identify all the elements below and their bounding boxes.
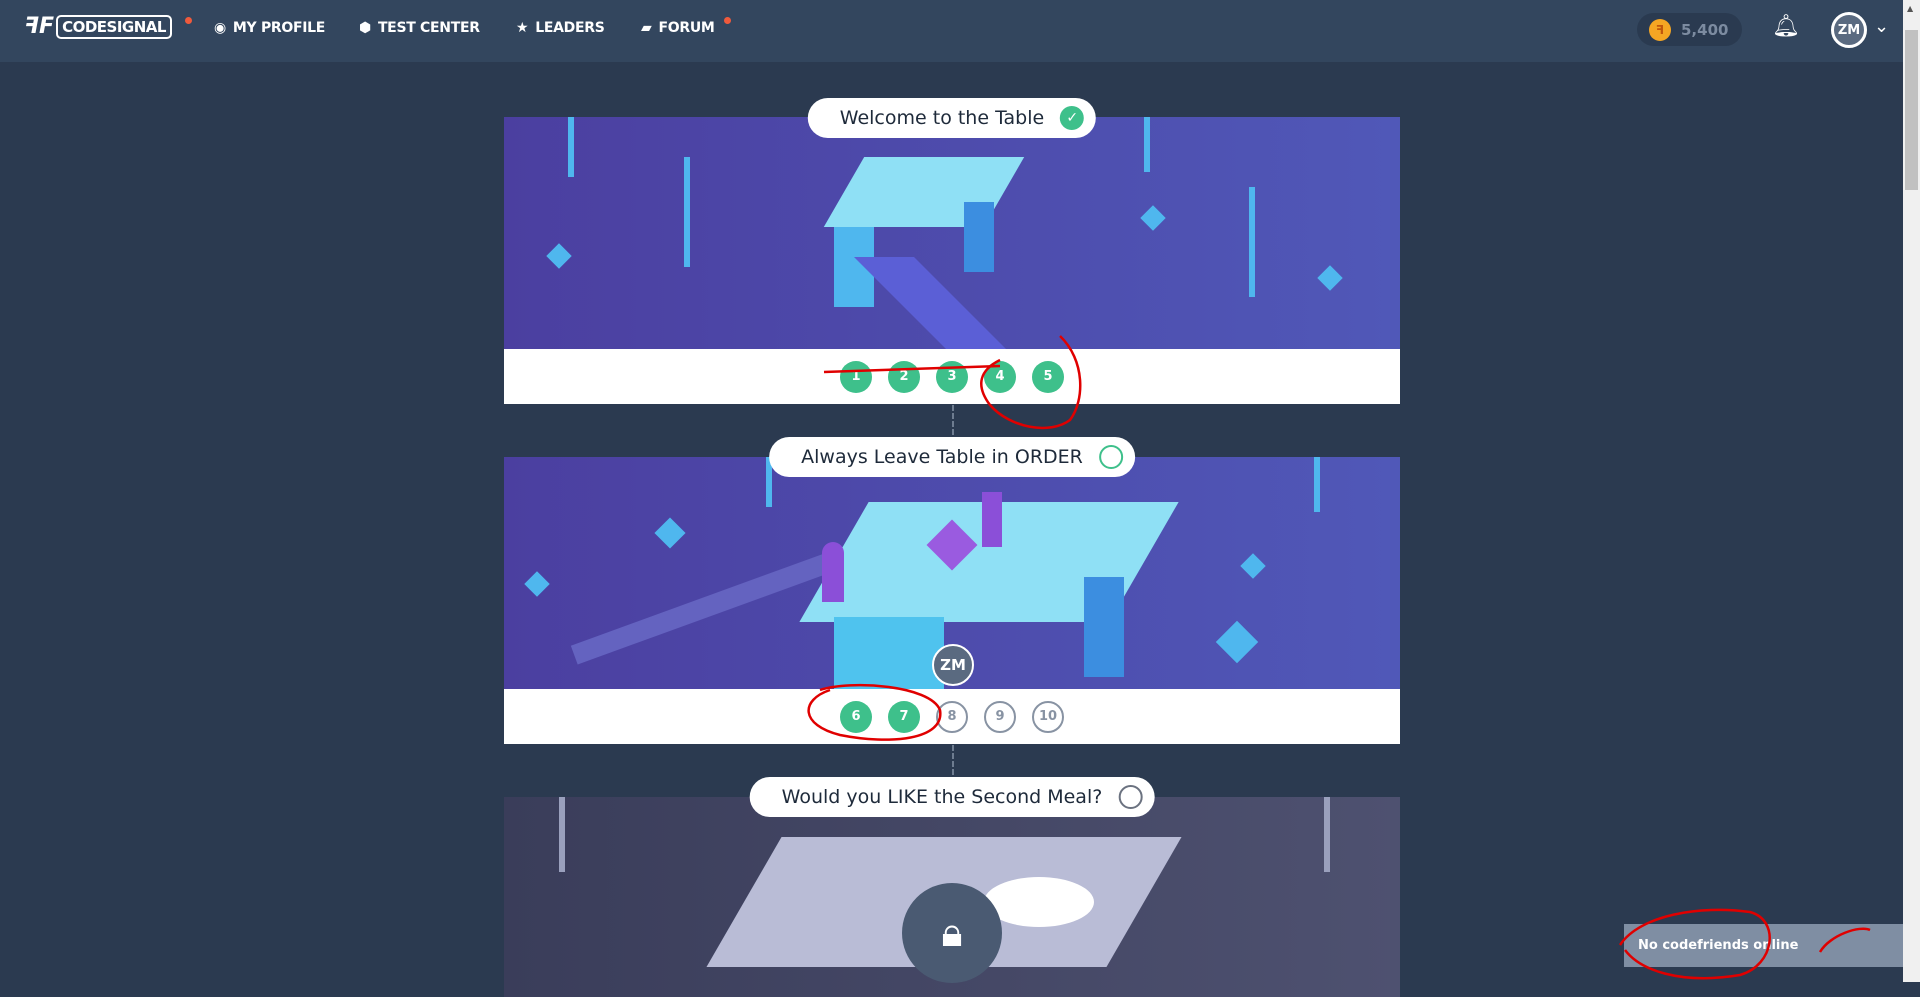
circle-icon	[1118, 785, 1143, 809]
circle-icon	[1098, 445, 1123, 469]
cube-decoration	[524, 571, 550, 597]
level-strip: 1 2 3 4 5	[504, 349, 1400, 404]
shield-icon: ⬢	[359, 20, 371, 36]
tree-decoration	[1144, 117, 1150, 172]
nav-label: LEADERS	[535, 20, 605, 36]
table-leg	[964, 202, 994, 272]
scroll-up-icon[interactable]: ▲	[1907, 4, 1913, 13]
chapter-title: Always Leave Table in ORDER	[801, 446, 1083, 468]
cube-decoration	[546, 243, 572, 269]
chapter-title-pill[interactable]: Would you LIKE the Second Meal?	[749, 777, 1155, 817]
chapter-title: Would you LIKE the Second Meal?	[781, 786, 1103, 808]
cube-decoration	[1140, 205, 1166, 231]
chat-icon: ▰	[641, 20, 652, 36]
forum-notification-dot	[724, 17, 731, 24]
chapter-card-3: Would you LIKE the Second Meal? 🔒︎	[504, 777, 1400, 997]
chapter-title: Welcome to the Table	[839, 107, 1045, 129]
tree-decoration	[684, 157, 690, 267]
codesignal-logo[interactable]: ꟻF CODESIGNAL	[24, 14, 172, 39]
chapter-card-1: Welcome to the Table ✓ 1 2 3 4 5	[504, 98, 1400, 404]
level-button[interactable]: 7	[888, 700, 920, 733]
connector-line	[952, 405, 954, 435]
tree-decoration	[568, 117, 574, 177]
level-button[interactable]: 9	[984, 700, 1016, 733]
table-illustration	[823, 157, 1025, 227]
level-button[interactable]: 6	[840, 700, 872, 733]
level-button[interactable]: 4	[984, 360, 1016, 393]
nav-label: TEST CENTER	[377, 20, 480, 36]
level-button[interactable]: 10	[1032, 700, 1064, 733]
logo-mark-icon: ꟻF	[24, 14, 55, 39]
nav-label: FORUM	[658, 20, 715, 36]
cylinder-decoration	[982, 492, 1002, 547]
table-leg	[1084, 577, 1124, 677]
level-button[interactable]: 8	[936, 700, 968, 733]
tree-decoration	[1324, 797, 1330, 872]
connector-line	[952, 745, 954, 775]
nav-label: MY PROFILE	[232, 20, 326, 36]
cylinder-decoration	[822, 542, 844, 602]
nav-test-center[interactable]: ⬢ TEST CENTER	[359, 20, 480, 36]
cube-decoration	[654, 517, 686, 549]
chevron-down-icon[interactable]: ⌄	[1874, 16, 1889, 37]
cube-decoration	[1240, 553, 1266, 579]
tree-decoration	[1314, 457, 1320, 512]
tree-decoration	[1249, 187, 1255, 297]
lock-icon: 🔒︎	[902, 883, 1002, 983]
coin-count: 5,400	[1681, 20, 1729, 39]
nav-leaders[interactable]: ★ LEADERS	[516, 20, 605, 36]
codefriends-status[interactable]: No codefriends online	[1624, 924, 1903, 967]
chapter-card-2: Always Leave Table in ORDER ZM 6 7 8 9 1…	[504, 437, 1400, 744]
logo-text: CODESIGNAL	[56, 14, 172, 39]
plate-decoration	[984, 877, 1094, 927]
bell-icon[interactable]: 🔔︎	[1772, 14, 1800, 39]
star-icon: ★	[516, 20, 529, 36]
top-navbar: ꟻF CODESIGNAL ◉ MY PROFILE ⬢ TEST CENTER ★…	[0, 0, 1903, 62]
cube-decoration	[1317, 265, 1343, 291]
avatar[interactable]: ZM	[1831, 12, 1867, 48]
level-button[interactable]: 2	[888, 360, 920, 393]
notification-dot	[185, 17, 192, 24]
user-circle-icon: ◉	[214, 20, 226, 36]
tree-decoration	[559, 797, 565, 872]
scrollbar-thumb[interactable]	[1905, 30, 1918, 190]
level-button[interactable]: 5	[1032, 360, 1064, 393]
cube-decoration	[1215, 620, 1259, 664]
coin-balance[interactable]: ꟻ 5,400	[1637, 13, 1742, 46]
chapter-illustration-locked: 🔒︎	[504, 797, 1400, 997]
chapter-title-pill[interactable]: Welcome to the Table ✓	[807, 98, 1097, 138]
level-strip: 6 7 8 9 10	[504, 689, 1400, 744]
coin-icon: ꟻ	[1649, 18, 1671, 41]
level-button[interactable]: 1	[840, 360, 872, 393]
chapter-illustration	[504, 117, 1400, 349]
chapter-title-pill[interactable]: Always Leave Table in ORDER	[769, 437, 1135, 477]
nav-my-profile[interactable]: ◉ MY PROFILE	[214, 20, 325, 36]
check-icon: ✓	[1060, 106, 1085, 130]
current-position-marker: ZM	[932, 644, 974, 686]
scrollbar[interactable]: ▲	[1903, 0, 1920, 982]
nav-forum[interactable]: ▰ FORUM	[641, 20, 715, 36]
table-leg	[834, 617, 944, 689]
level-button[interactable]: 3	[936, 360, 968, 393]
